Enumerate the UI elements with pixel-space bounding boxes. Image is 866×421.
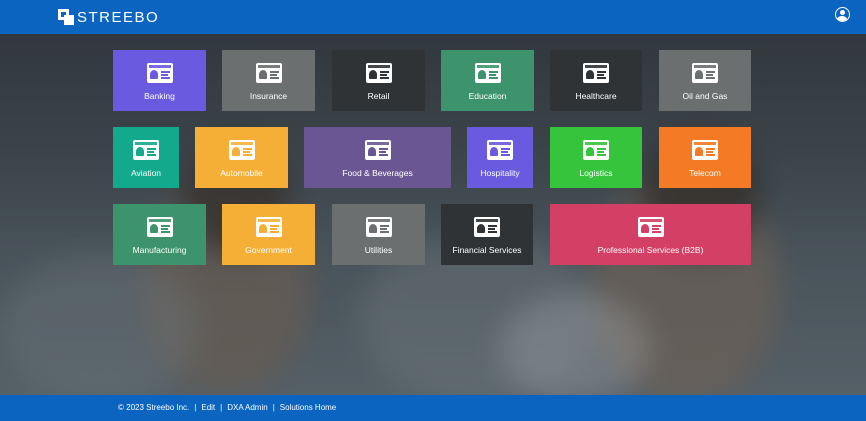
tile-label: Professional Services (B2B) [597,245,704,255]
tile-professional-services-b2b[interactable]: Professional Services (B2B) [550,204,751,265]
id-card-icon [487,140,513,160]
copyright-text: © 2023 Streebo Inc. [118,403,190,412]
tile-label: Education [468,91,507,101]
streebo-logo[interactable]: STREEBO [58,8,159,26]
tile-label: Aviation [130,168,162,178]
tile-label: Insurance [249,91,288,101]
tile-manufacturing[interactable]: Manufacturing [113,204,206,265]
tile-healthcare[interactable]: Healthcare [550,50,642,111]
dxa-admin-link[interactable]: DXA Admin [227,403,267,412]
tile-financial-services[interactable]: Financial Services [441,204,533,265]
tile-label: Automobile [220,168,263,178]
tile-label: Utilities [364,245,393,255]
id-card-icon [637,217,664,237]
id-card-icon [146,63,173,83]
id-card-icon [365,217,392,237]
logo-text: STREEBO [77,8,160,26]
tile-label: Telecom [689,168,721,178]
id-card-icon [364,140,391,160]
logo-mark-icon [58,9,74,25]
tile-oil-and-gas[interactable]: Oil and Gas [659,50,751,111]
tile-label: Hospitality [480,168,520,178]
id-card-icon [583,63,609,83]
tile-insurance[interactable]: Insurance [222,50,315,111]
id-card-icon [692,63,718,83]
solutions-home-link[interactable]: Solutions Home [280,403,336,412]
tile-label: Oil and Gas [682,91,728,101]
tile-label: Healthcare [575,91,617,101]
tile-telecom[interactable]: Telecom [659,127,751,188]
id-card-icon [474,217,500,237]
tile-label: Banking [144,91,175,101]
tile-retail[interactable]: Retail [332,50,425,111]
tile-utilities[interactable]: Utilities [332,204,425,265]
tile-education[interactable]: Education [441,50,534,111]
tile-hospitality[interactable]: Hospitality [467,127,533,188]
tile-government[interactable]: Government [222,204,315,265]
top-bar: STREEBO [0,0,866,34]
edit-link[interactable]: Edit [201,403,215,412]
footer-separator: | [220,403,223,412]
tile-label: Manufacturing [132,245,187,255]
tile-automobile[interactable]: Automobile [195,127,288,188]
id-card-icon [228,140,255,160]
id-card-icon [133,140,159,160]
id-card-icon [365,63,392,83]
footer-links: © 2023 Streebo Inc. | Edit | DXA Admin |… [118,403,336,412]
tile-label: Financial Services [452,245,522,255]
footer-separator: | [194,403,197,412]
app-frame: STREEBO Banking Insurance Retail Education H… [0,0,866,421]
id-card-icon [146,217,173,237]
tile-banking[interactable]: Banking [113,50,206,111]
user-circle-icon[interactable] [835,7,850,22]
id-card-icon [583,140,609,160]
tile-food-beverages[interactable]: Food & Beverages [304,127,451,188]
footer-separator: | [272,403,275,412]
tile-label: Food & Beverages [342,168,413,178]
footer: © 2023 Streebo Inc. | Edit | DXA Admin |… [0,395,866,421]
tile-logistics[interactable]: Logistics [550,127,642,188]
id-card-icon [255,217,282,237]
id-card-icon [474,63,501,83]
id-card-icon [692,140,718,160]
tile-label: Government [245,245,292,255]
id-card-icon [255,63,282,83]
tile-aviation[interactable]: Aviation [113,127,179,188]
tile-label: Logistics [579,168,613,178]
tile-label: Retail [367,91,390,101]
